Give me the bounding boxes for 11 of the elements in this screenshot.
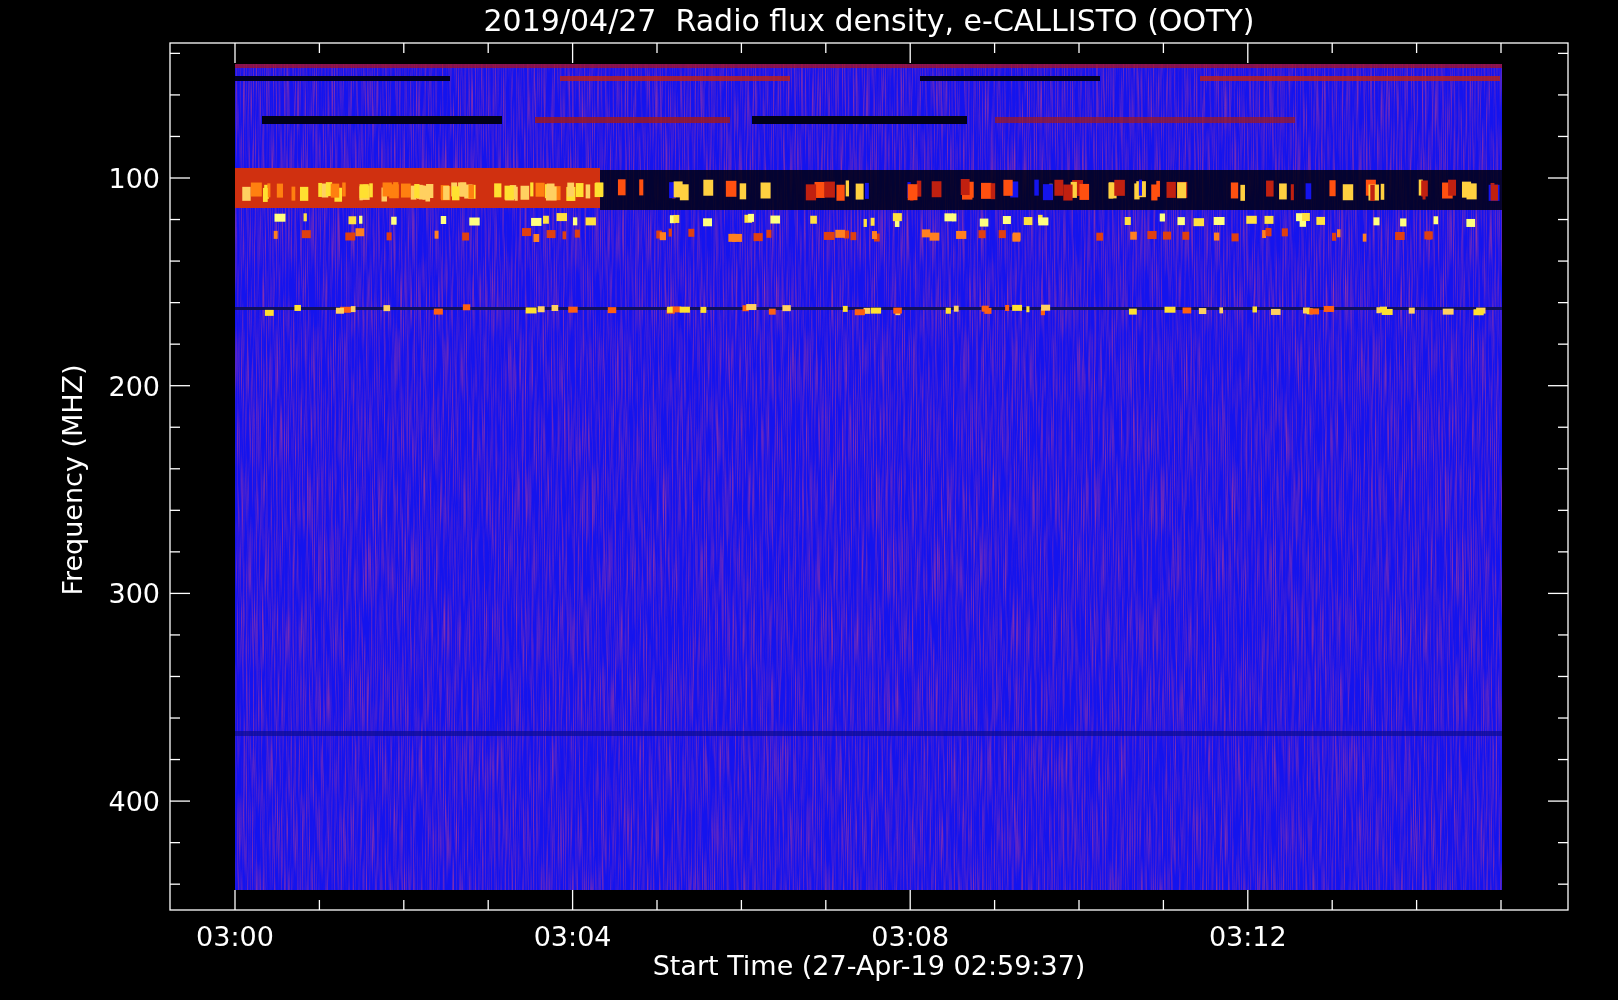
tick-label: 100 bbox=[108, 163, 160, 194]
tick-label: 300 bbox=[108, 578, 160, 610]
tick-label: 03:04 bbox=[533, 921, 612, 952]
tick-label: 200 bbox=[108, 370, 160, 402]
tick-label: 03:12 bbox=[1208, 921, 1287, 952]
plot-title: 2019/04/27 Radio flux density, e-CALLISTO (OOTY) bbox=[483, 3, 1255, 38]
tick-label: 03:08 bbox=[871, 921, 950, 952]
x-axis-label: Start Time (27-Apr-19 02:59:37) bbox=[652, 950, 1086, 981]
tick-label: 03:00 bbox=[196, 921, 274, 952]
y-axis-label: Frequency (MHZ) bbox=[57, 364, 88, 596]
tick-label: 400 bbox=[108, 786, 160, 818]
